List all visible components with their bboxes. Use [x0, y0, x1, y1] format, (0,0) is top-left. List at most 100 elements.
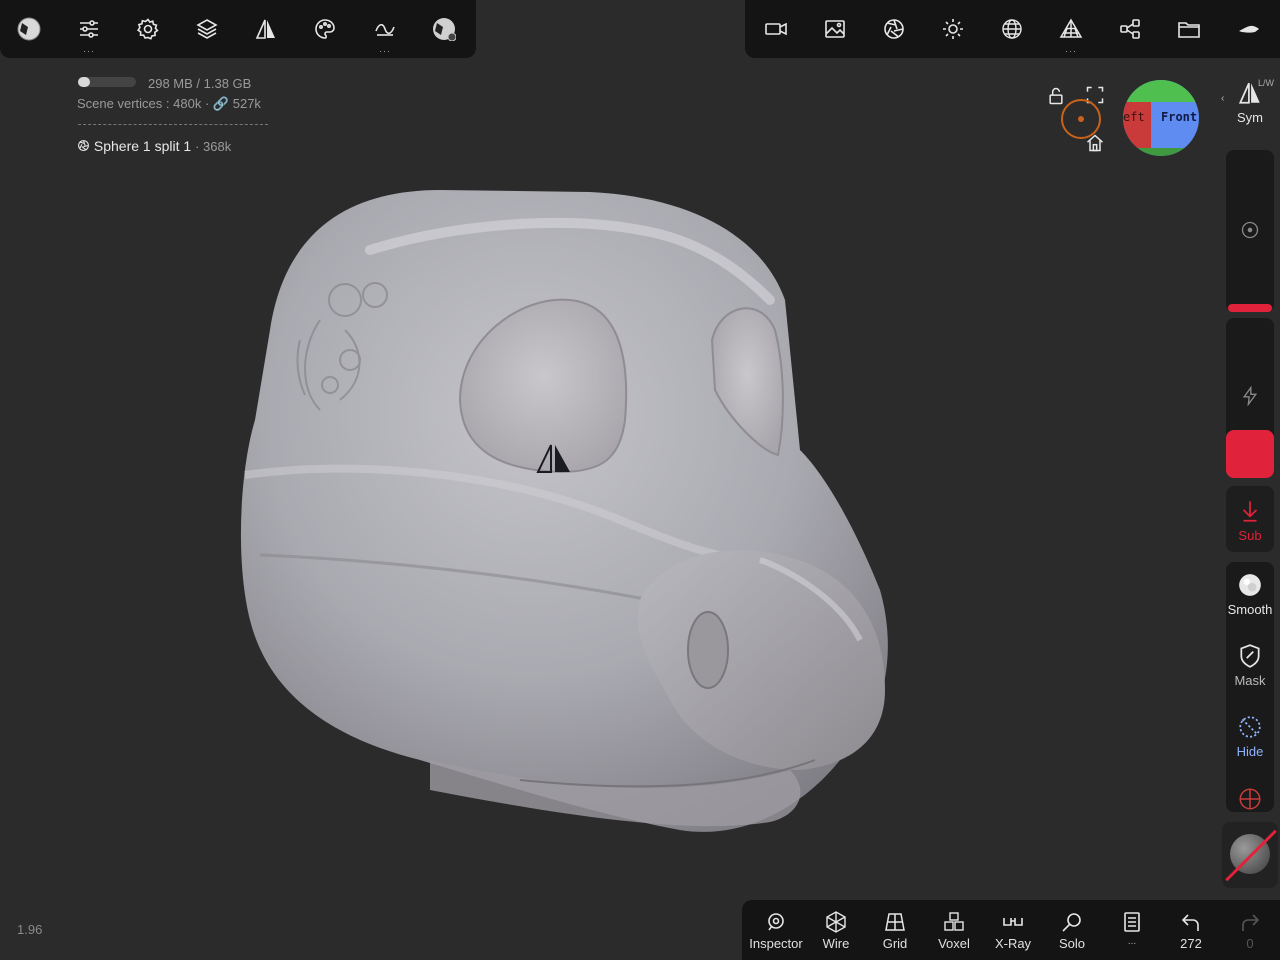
grid-icon — [885, 913, 905, 931]
lock-camera-button[interactable] — [1046, 86, 1066, 111]
layers-icon — [196, 19, 218, 39]
solo-label: Solo — [1058, 936, 1086, 951]
undo-button[interactable]: 272 — [1161, 910, 1221, 951]
aperture-icon — [884, 19, 904, 39]
home-view-button[interactable] — [1085, 133, 1105, 158]
intensity-slider[interactable] — [1226, 318, 1274, 478]
files-button[interactable] — [1168, 8, 1210, 50]
background-image-button[interactable] — [814, 8, 856, 50]
gizmo-left-label: eft — [1123, 110, 1145, 124]
symmetry-button[interactable] — [245, 8, 287, 50]
view-gizmo-cube[interactable]: eft Front — [1123, 80, 1199, 156]
redo-count: 0 — [1246, 936, 1254, 951]
app-menu-button[interactable] — [8, 8, 50, 50]
more-dots: ··· — [1065, 46, 1077, 56]
voxel-label: Voxel — [938, 936, 970, 951]
radius-slider[interactable] — [1226, 150, 1274, 312]
inspector-label: Inspector — [749, 936, 803, 951]
wire-label: Wire — [822, 936, 850, 951]
sculpted-mask-model — [240, 190, 888, 832]
share-button[interactable] — [1109, 8, 1151, 50]
sym-badge: L/W — [1258, 78, 1275, 88]
sub-label: Sub — [1238, 528, 1262, 543]
matcap-button[interactable] — [991, 8, 1033, 50]
redo-button[interactable]: 0 — [1220, 910, 1280, 951]
fps-counter: 1.96 — [17, 922, 43, 937]
scene-button[interactable]: ··· — [1050, 8, 1092, 56]
3d-viewport[interactable] — [0, 60, 1218, 900]
pivot-dot — [1078, 116, 1084, 122]
glasses-icon — [1003, 918, 1023, 926]
grid-label: Grid — [882, 936, 908, 951]
painting-button[interactable] — [304, 8, 346, 50]
eye-inspect-icon — [768, 913, 784, 931]
image-icon — [825, 20, 845, 38]
share-icon — [1120, 19, 1140, 39]
wireframe-icon — [826, 911, 846, 933]
gizmo-top-face — [1123, 80, 1199, 102]
mask-tool[interactable]: Mask — [1220, 643, 1280, 688]
grid-button[interactable]: Grid — [865, 910, 925, 951]
camera-icon — [765, 22, 787, 36]
camera-button[interactable] — [755, 8, 797, 50]
top-left-toolbar: ··· ··· — [0, 0, 476, 58]
lock-icon — [1049, 87, 1063, 105]
more-dots: ··· — [379, 46, 391, 56]
gizmo-icon — [1239, 788, 1261, 810]
wire-button[interactable]: Wire — [806, 910, 866, 951]
hide-icon — [1239, 716, 1261, 738]
arrow-down-icon — [1242, 501, 1258, 522]
curve-icon — [375, 23, 395, 36]
sym-label: Sym — [1237, 110, 1263, 125]
settings-sliders-button[interactable]: ··· — [68, 8, 110, 56]
material-preview[interactable] — [1222, 822, 1278, 888]
sun-icon — [943, 19, 963, 39]
smooth-tool[interactable]: Smooth — [1220, 572, 1280, 617]
xray-label: X-Ray — [994, 936, 1032, 951]
mask-label: Mask — [1234, 673, 1266, 688]
more-label: ... — [1127, 936, 1137, 947]
hat-icon — [1239, 25, 1259, 33]
stroke-button[interactable]: ··· — [364, 8, 406, 56]
notebook-icon — [1124, 912, 1140, 932]
sliders-icon — [80, 20, 98, 38]
palette-icon — [315, 19, 335, 39]
transform-tool[interactable] — [1220, 786, 1280, 812]
layers-button[interactable] — [186, 8, 228, 50]
intensity-color-swatch[interactable] — [1226, 430, 1274, 478]
sub-toggle[interactable]: Sub — [1220, 498, 1280, 543]
voxel-button[interactable]: Voxel — [924, 910, 984, 951]
material-button[interactable] — [423, 8, 465, 50]
settings-button[interactable] — [127, 8, 169, 50]
redo-icon — [1242, 914, 1260, 931]
nostril — [687, 611, 729, 689]
symmetry-toggle[interactable]: L/W Sym — [1220, 78, 1280, 125]
solo-button[interactable]: Solo — [1042, 910, 1102, 951]
lightning-icon — [1242, 386, 1258, 406]
radius-slider-fill — [1228, 304, 1272, 312]
bottom-toolbar: Inspector Wire Grid Voxel X-Ray Solo ...… — [742, 900, 1280, 960]
pyramid-icon — [1059, 18, 1083, 38]
symmetry-icon — [255, 19, 275, 39]
undo-icon — [1181, 914, 1199, 931]
undo-count: 272 — [1180, 936, 1202, 951]
lighting-button[interactable] — [932, 8, 974, 50]
top-right-toolbar: ··· — [745, 0, 1280, 58]
post-process-button[interactable] — [873, 8, 915, 50]
smooth-label: Smooth — [1227, 602, 1273, 617]
more-button[interactable]: ... — [1102, 910, 1162, 947]
material-icon — [433, 18, 456, 41]
hide-label: Hide — [1236, 744, 1264, 759]
help-button[interactable] — [1228, 8, 1270, 50]
smooth-brush-icon — [1239, 574, 1261, 596]
gizmo-front-label: Front — [1161, 110, 1198, 124]
search-icon — [1062, 913, 1081, 932]
sphere-grid-icon — [1002, 19, 1022, 39]
voxel-icon — [944, 912, 964, 931]
folder-icon — [1178, 22, 1200, 38]
hide-tool[interactable]: Hide — [1220, 714, 1280, 759]
inspector-button[interactable]: Inspector — [746, 910, 806, 951]
xray-button[interactable]: X-Ray — [983, 910, 1043, 951]
home-icon — [1087, 134, 1103, 152]
shield-icon — [1240, 644, 1260, 668]
